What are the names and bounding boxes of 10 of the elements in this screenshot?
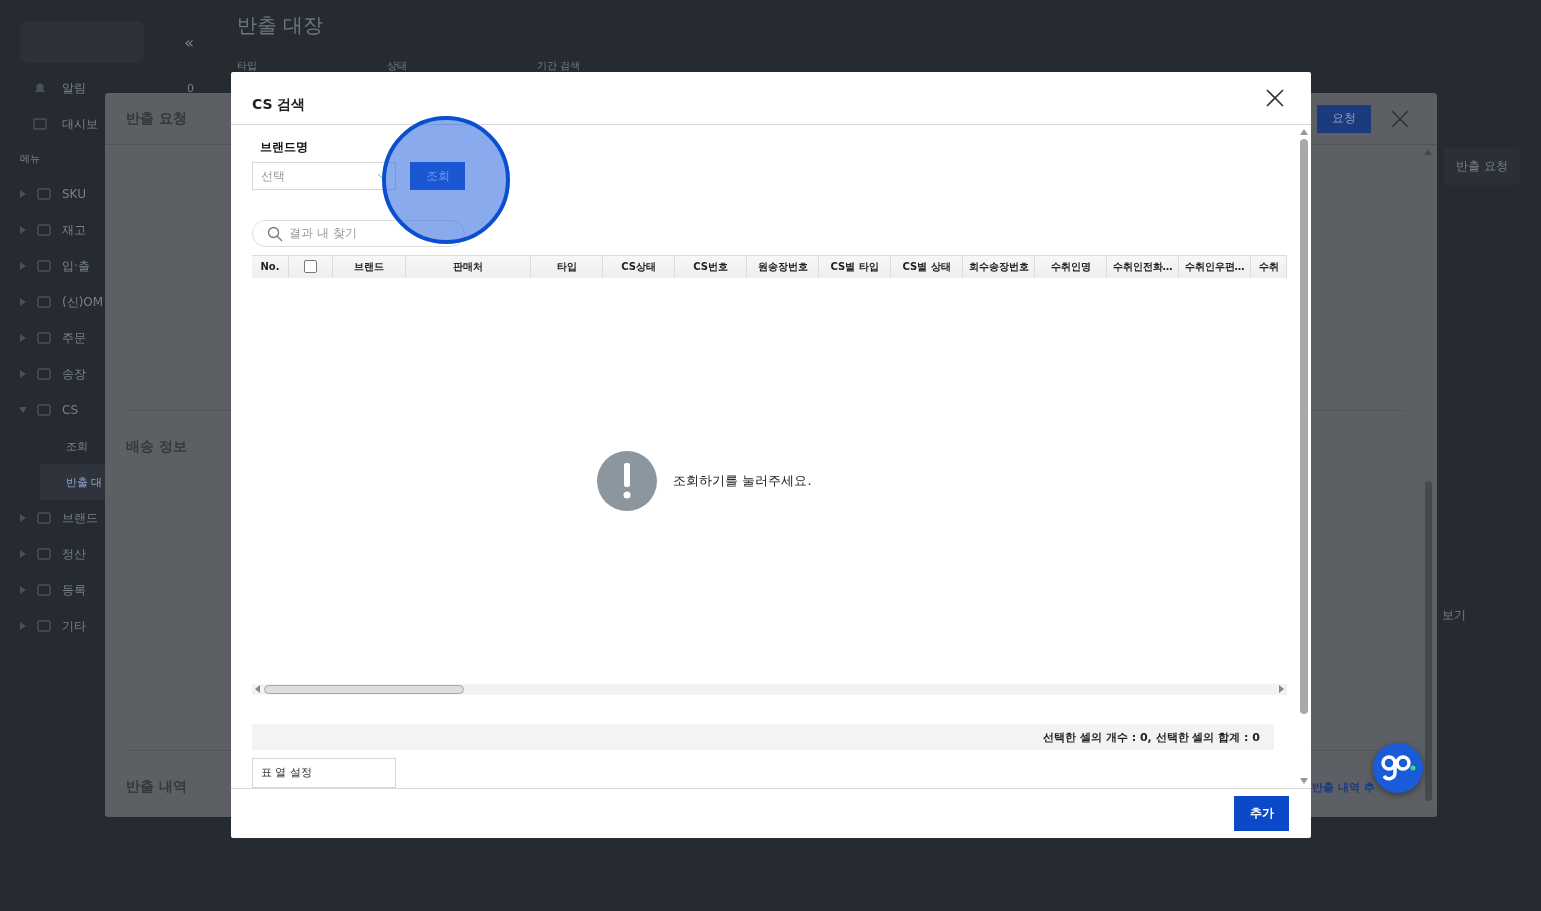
dialog-title: CS 검색 — [252, 96, 306, 114]
filter-label: 타입 — [237, 59, 257, 73]
empty-message: 조회하기를 눌러주세요. — [673, 471, 812, 490]
section-label: 메뉴 — [20, 152, 41, 166]
filter-label: 기간 검색 — [537, 59, 581, 73]
filter-label: 상태 — [387, 59, 407, 73]
page-title: 반출 대장 — [237, 12, 325, 39]
count-label: 0 — [187, 81, 194, 95]
selection-summary: 선택한 셀의 개수 : 0, 선택한 셀의 합계 : 0 — [252, 724, 1274, 751]
field-label: 브랜드명 — [260, 139, 309, 156]
